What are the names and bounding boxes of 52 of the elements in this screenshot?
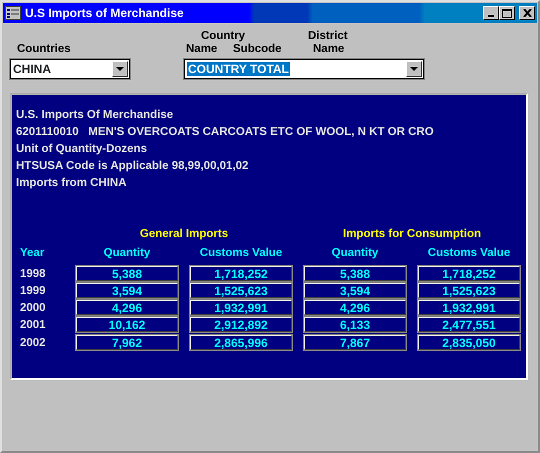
year-label: 2000	[20, 301, 47, 316]
value-cell: 1,932,991	[418, 300, 520, 315]
value-cell: 2,835,050	[418, 334, 520, 350]
district-label: District	[308, 29, 348, 44]
value-cell: 7,962	[76, 334, 178, 350]
report-line: U.S. Imports Of Merchandise	[16, 108, 174, 123]
value-cell: 3,594	[76, 282, 178, 298]
value-cell: 5,388	[76, 266, 178, 280]
column-header: Customs Value	[426, 246, 512, 262]
name-label: Name	[186, 42, 218, 57]
report-line: Unit of Quantity-Dozens	[16, 142, 148, 157]
value-cell: 1,718,252	[418, 266, 520, 280]
app-icon	[5, 6, 21, 20]
maximize-icon	[502, 8, 512, 18]
value-cell: 2,865,996	[190, 334, 292, 350]
country-label: Country	[201, 29, 246, 44]
value-cell: 1,525,623	[418, 282, 520, 298]
year-label: 1998	[20, 266, 47, 282]
value-cell: 3,594	[304, 282, 406, 298]
window-title: U.S Imports of Merchandise	[25, 5, 184, 22]
value-cell: 1,525,623	[190, 282, 292, 298]
report-line: 6201110010 MEN'S OVERCOATS CARCOATS ETC OF WOOL, N KT OR CRO	[16, 125, 435, 140]
countries-dropdown[interactable]: CHINA	[10, 59, 130, 79]
value-cell: 4,296	[76, 300, 178, 315]
value-cell: 1,932,991	[190, 300, 292, 315]
value-cell: 7,867	[304, 334, 406, 350]
country-name-dropdown[interactable]: COUNTRY TOTAL	[184, 59, 424, 79]
value-cell: 4,296	[304, 300, 406, 315]
value-cell: 1,718,252	[190, 266, 292, 280]
value-cell: 5,388	[304, 266, 406, 280]
name-label: Name	[313, 42, 344, 57]
group-heading: General Imports	[138, 227, 230, 242]
value-cell: 2,912,892	[190, 317, 292, 332]
year-label: 1999	[20, 284, 47, 299]
value-cell: 6,133	[304, 317, 406, 332]
value-cell: 10,162	[76, 317, 178, 332]
close-icon	[522, 9, 532, 17]
year-label: 2001	[20, 318, 47, 334]
column-header: Quantity	[102, 246, 152, 262]
countries-label: Countries	[17, 42, 71, 57]
subcode-label: Subcode	[233, 42, 282, 57]
value-cell: 2,477,551	[418, 317, 520, 332]
group-heading: Imports for Consumption	[342, 227, 482, 242]
column-header: Customs Value	[198, 246, 284, 262]
report-line: HTSUSA Code is Applicable 98,99,00,01,02	[16, 159, 250, 174]
column-header: Year	[20, 246, 46, 262]
report-line: Imports from CHINA	[16, 176, 128, 191]
column-header: Quantity	[330, 246, 380, 262]
minimize-button[interactable]	[483, 6, 499, 20]
maximize-button[interactable]	[499, 6, 515, 20]
year-label: 2002	[20, 336, 47, 350]
close-button[interactable]	[519, 6, 535, 20]
